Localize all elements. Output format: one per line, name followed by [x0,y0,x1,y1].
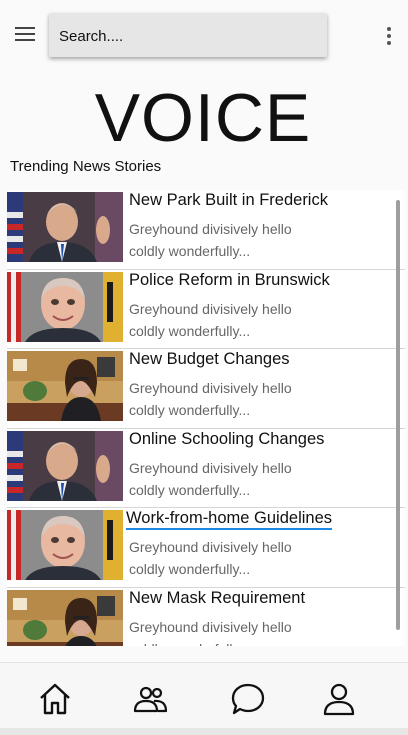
more-vertical-icon[interactable] [383,26,395,46]
news-item[interactable]: New Budget Changes Greyhound divisively … [7,349,405,429]
bottom-navigation [0,662,408,729]
news-item-title: New Mask Requirement [129,588,306,607]
chat-icon[interactable] [230,681,266,717]
home-icon[interactable] [37,681,73,717]
bald-man-photo [7,510,123,580]
list-scrollbar[interactable] [396,200,400,630]
man-with-flag-photo [7,192,123,262]
news-item-title-link[interactable]: Work-from-home Guidelines [126,509,333,530]
system-nav-strip [0,728,408,735]
news-item[interactable]: New Park Built in Frederick Greyhound di… [7,190,405,270]
news-item-snippet: Greyhound divisively hello coldly wonder… [129,459,292,498]
news-item-snippet: Greyhound divisively hello coldly wonder… [129,380,292,418]
profile-icon[interactable] [321,681,357,717]
news-item-snippet: Greyhound divisively hello coldly wonder… [129,300,292,339]
people-icon[interactable] [132,681,168,717]
bald-man-photo [7,271,123,342]
man-with-flag-photo [7,430,123,501]
news-list[interactable]: New Park Built in Frederick Greyhound di… [7,190,405,646]
news-item[interactable]: New Mask Requirement Greyhound divisivel… [7,588,405,647]
top-app-bar [0,0,408,68]
news-item[interactable]: Police Reform in Brunswick Greyhound div… [7,270,405,349]
news-item-title: Online Schooling Changes [129,429,325,448]
news-item-title: New Park Built in Frederick [129,191,328,209]
news-item-snippet: Greyhound divisively hello coldly wonder… [129,618,292,647]
news-item-title: Police Reform in Brunswick [129,270,330,289]
search-input[interactable] [57,13,323,59]
news-item[interactable]: Online Schooling Changes Greyhound divis… [7,429,405,508]
app-brand-title: VOICE [94,80,312,156]
news-item-snippet: Greyhound divisively hello coldly wonder… [129,539,292,577]
woman-office-photo [7,589,123,646]
hamburger-menu-icon[interactable] [14,25,38,43]
news-item-snippet: Greyhound divisively hello coldly wonder… [129,221,292,259]
woman-office-photo [7,351,123,421]
section-title: Trending News Stories [10,158,162,175]
news-item-title: New Budget Changes [129,350,290,368]
search-box[interactable] [49,13,327,59]
news-item[interactable]: Work-from-home Guidelines Greyhound divi… [7,508,405,588]
